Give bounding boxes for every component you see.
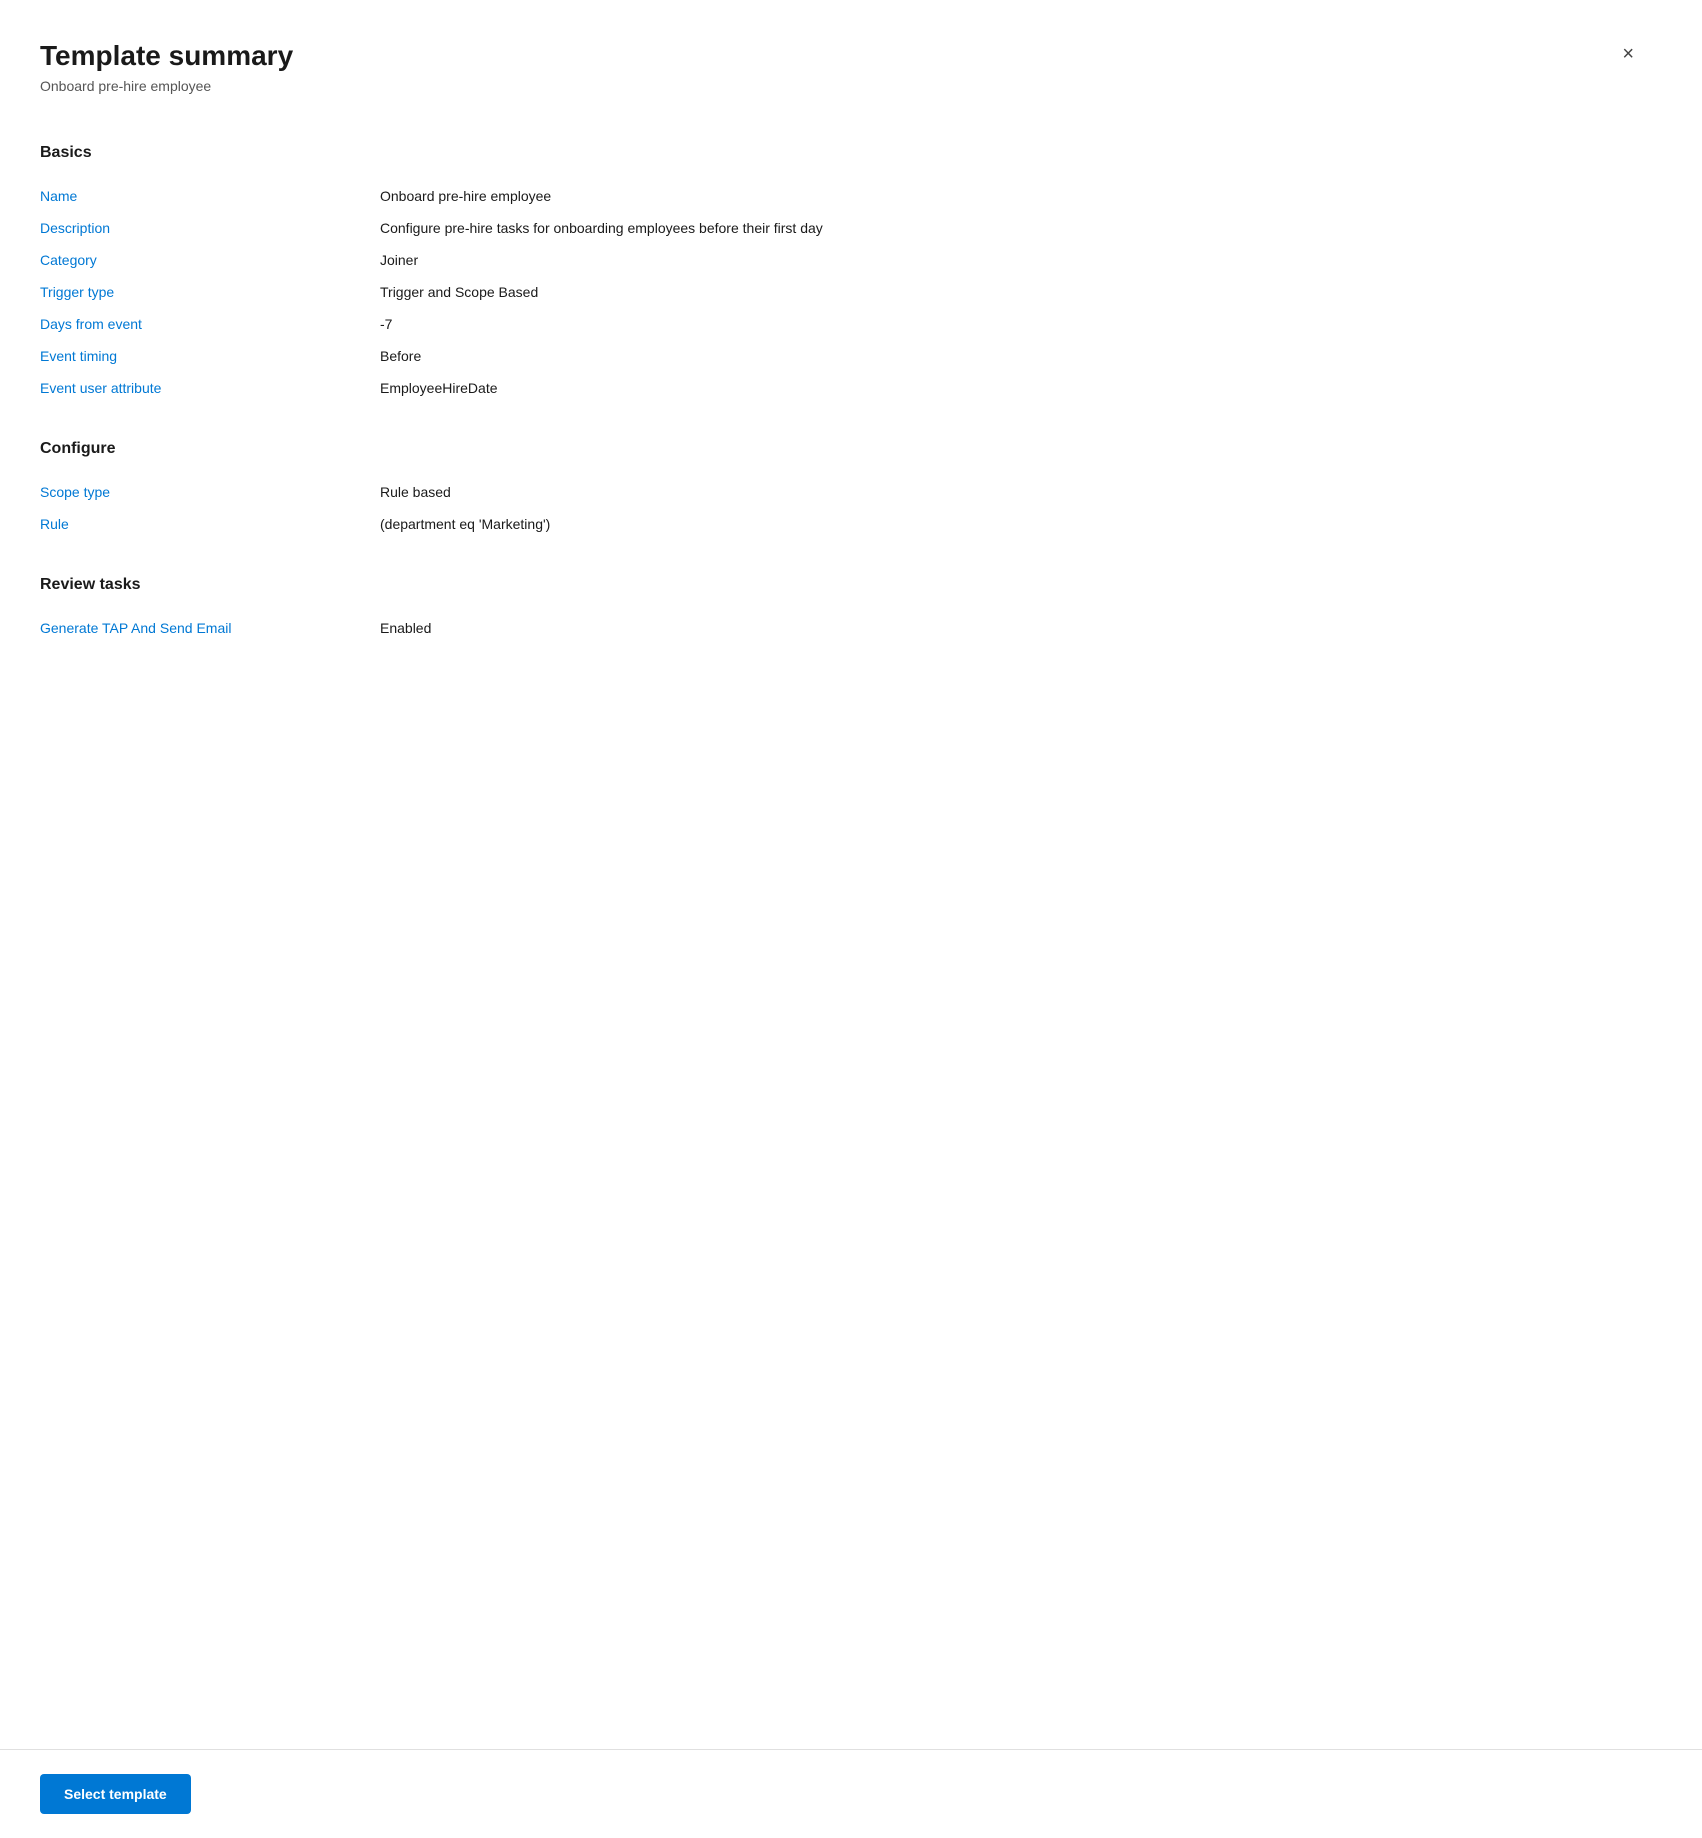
review-tasks-section-title: Review tasks bbox=[40, 576, 1642, 594]
field-label-scope-type: Scope type bbox=[40, 484, 360, 500]
field-row-event-user-attribute: Event user attribute EmployeeHireDate bbox=[40, 372, 1642, 404]
field-value-description: Configure pre-hire tasks for onboarding … bbox=[380, 220, 1642, 236]
field-value-event-user-attribute: EmployeeHireDate bbox=[380, 380, 1642, 396]
field-value-name: Onboard pre-hire employee bbox=[380, 188, 1642, 204]
field-row-generate-tap: Generate TAP And Send Email Enabled bbox=[40, 612, 1642, 644]
field-label-event-user-attribute: Event user attribute bbox=[40, 380, 360, 396]
template-summary-panel: Template summary Onboard pre-hire employ… bbox=[0, 0, 1702, 1838]
configure-section-title: Configure bbox=[40, 440, 1642, 458]
field-value-trigger-type: Trigger and Scope Based bbox=[380, 284, 1642, 300]
footer: Select template bbox=[0, 1749, 1702, 1838]
field-label-rule: Rule bbox=[40, 516, 360, 532]
title-group: Template summary Onboard pre-hire employ… bbox=[40, 40, 293, 94]
configure-section: Configure Scope type Rule based Rule (de… bbox=[40, 440, 1642, 540]
field-label-category: Category bbox=[40, 252, 360, 268]
select-template-button[interactable]: Select template bbox=[40, 1774, 191, 1814]
field-row-name: Name Onboard pre-hire employee bbox=[40, 180, 1642, 212]
field-row-category: Category Joiner bbox=[40, 244, 1642, 276]
field-row-trigger-type: Trigger type Trigger and Scope Based bbox=[40, 276, 1642, 308]
field-value-generate-tap: Enabled bbox=[380, 620, 1642, 636]
review-tasks-section: Review tasks Generate TAP And Send Email… bbox=[40, 576, 1642, 644]
panel-header: Template summary Onboard pre-hire employ… bbox=[40, 40, 1642, 94]
field-value-event-timing: Before bbox=[380, 348, 1642, 364]
field-row-description: Description Configure pre-hire tasks for… bbox=[40, 212, 1642, 244]
field-row-days-from-event: Days from event -7 bbox=[40, 308, 1642, 340]
field-value-rule: (department eq 'Marketing') bbox=[380, 516, 1642, 532]
field-row-rule: Rule (department eq 'Marketing') bbox=[40, 508, 1642, 540]
field-label-name: Name bbox=[40, 188, 360, 204]
field-value-scope-type: Rule based bbox=[380, 484, 1642, 500]
field-row-scope-type: Scope type Rule based bbox=[40, 476, 1642, 508]
panel-subtitle: Onboard pre-hire employee bbox=[40, 78, 293, 94]
field-label-days-from-event: Days from event bbox=[40, 316, 360, 332]
field-value-days-from-event: -7 bbox=[380, 316, 1642, 332]
field-value-category: Joiner bbox=[380, 252, 1642, 268]
field-label-generate-tap: Generate TAP And Send Email bbox=[40, 620, 360, 636]
field-label-event-timing: Event timing bbox=[40, 348, 360, 364]
basics-section: Basics Name Onboard pre-hire employee De… bbox=[40, 144, 1642, 404]
panel-title: Template summary bbox=[40, 40, 293, 72]
basics-section-title: Basics bbox=[40, 144, 1642, 162]
field-row-event-timing: Event timing Before bbox=[40, 340, 1642, 372]
field-label-description: Description bbox=[40, 220, 360, 236]
close-button[interactable]: × bbox=[1614, 40, 1642, 68]
field-label-trigger-type: Trigger type bbox=[40, 284, 360, 300]
